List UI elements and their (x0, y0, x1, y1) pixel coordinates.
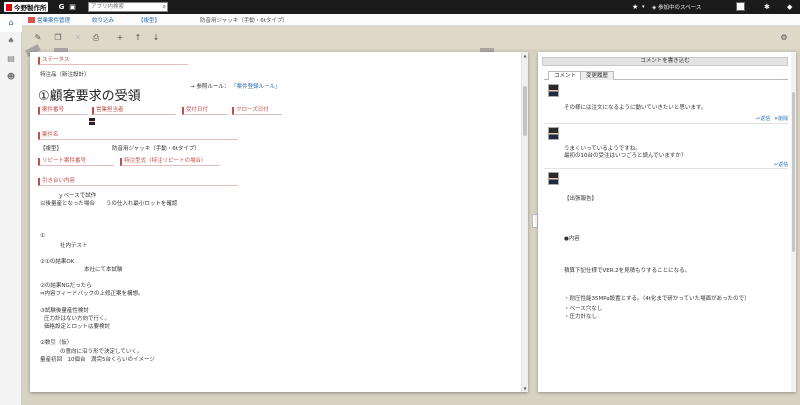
search-input[interactable] (89, 3, 159, 11)
space-link-label: 参加中のスペース (657, 5, 702, 11)
detail-scrollbar[interactable]: ▲ ▼ (521, 52, 528, 392)
scroll-up-icon[interactable]: ▲ (522, 53, 528, 58)
breadcrumb-filter[interactable]: 絞り込み (92, 16, 114, 24)
comment-text: 積算下記仕様でVER.2を見積もりすることになる。 (564, 268, 691, 274)
delete-comment-button[interactable]: ✕削除 (774, 115, 788, 122)
body-line: 価格設定とロットは要検討 (44, 324, 111, 330)
case-name-value: 防音用ジャッキ（手動・6tタイプ） (112, 146, 200, 152)
body-line: ③試験後量産性検討 (40, 308, 89, 314)
breadcrumb: 営業案件管理 絞り込み 【複型】 防音用ジャッキ（手動・6tタイプ） (22, 14, 800, 26)
write-comment-button[interactable]: コメントを書き込む (542, 57, 788, 66)
comment-text: ●内容 (564, 236, 580, 242)
case-no-label: 案件番号 (38, 107, 88, 115)
comment-text: ・圧力計なし (564, 314, 598, 320)
search-box: ⌕ (88, 2, 168, 12)
category-value: 特注品（新注設計） (40, 72, 90, 78)
repeat-no-label: リピート案件番号 (38, 158, 114, 166)
record-toolbar: ✎ ❐ ✕ ⎙ + ↑ ↓ ⚙ (22, 27, 800, 49)
tab-history[interactable]: 変更履歴 (580, 71, 615, 80)
breadcrumb-app-label: 営業案件管理 (37, 18, 71, 24)
chat-icon[interactable]: ▣ (67, 2, 78, 12)
body-line: ②の結果NGだったら (40, 283, 92, 289)
repeat-type-label: 特注型式（特注リピートの場合） (120, 158, 220, 166)
next-record-icon[interactable]: ↓ (150, 32, 162, 44)
reply-button[interactable]: ↩返信 (774, 161, 788, 168)
ref-rule: → 参照ルール： 「案件登録ルール」 (190, 82, 281, 90)
gear-icon[interactable]: ✱ (764, 2, 770, 12)
logo-text: 今野製作所 (14, 4, 47, 12)
comment-text: ・耐圧性能35MPa設置とする。（4t化まで研かっていた場面があったので） (564, 296, 750, 302)
ref-rule-link[interactable]: 「案件登録ルール」 (231, 84, 281, 90)
body-line: ②①の結果OK (40, 259, 75, 265)
ref-rule-label: 参照ルール： (196, 84, 230, 90)
copy-icon[interactable]: ❐ (52, 32, 64, 44)
body-line: の意向に沿う形で決定していく。 (60, 349, 143, 355)
comment-text: その様には注文になるように動いていきたいと思います。 (564, 105, 707, 111)
comment-scrollbar[interactable] (791, 52, 796, 392)
search-icon[interactable]: ⌕ (163, 3, 166, 11)
breadcrumb-app[interactable]: 営業案件管理 (28, 16, 70, 24)
print-icon[interactable]: ⎙ (90, 32, 102, 44)
notify-icon[interactable]: ◆ (787, 2, 792, 12)
scroll-thumb[interactable] (523, 86, 527, 136)
comment-panel: コメントを書き込む コメント 変更履歴 その様には注文になるように動いていきたい… (538, 52, 796, 392)
handover-label: 引き合い内容 (38, 178, 238, 186)
comment-divider (544, 123, 788, 124)
comment-text: 最初の10台の受注はいつごろと読んでいますか？ (564, 153, 687, 159)
top-bar: 今野製作所 G ▣ ⌕ ★ ▾ ◈ 参加中のスペース ✱ ◆ (0, 0, 800, 14)
body-line: 圧力計はない方向で行く。 (44, 316, 111, 322)
add-icon[interactable]: + (114, 32, 126, 44)
app-icon (28, 17, 35, 23)
body-line: ① (40, 233, 45, 239)
comment-text: 【出張報告】 (564, 196, 598, 202)
case-name-label: 案件名 (38, 132, 238, 140)
commenter-avatar[interactable] (548, 127, 559, 140)
prev-record-icon[interactable]: ↑ (132, 32, 144, 44)
scroll-down-icon[interactable]: ▼ (522, 386, 528, 391)
process-title: ①顧客要求の受領 (38, 89, 141, 104)
body-line: ⇒内容フィードバックの上修正案を構想。 (40, 291, 144, 297)
sales-owner-label: 営業担当者 (92, 107, 176, 115)
tab-comments[interactable]: コメント (548, 71, 583, 80)
record-detail-panel: ステータス 特注品（新注設計） ①顧客要求の受領 → 参照ルール： 「案件登録ル… (30, 52, 528, 392)
message-icon[interactable]: ▤ (0, 50, 22, 68)
comment-divider (544, 168, 788, 169)
logo-mark-icon (6, 3, 12, 11)
body-line: 以後量産となった場合 うの仕入れ最小ロットを確認 (40, 201, 178, 207)
star-icon[interactable]: ★ (632, 2, 638, 12)
people-icon[interactable]: ☻ (0, 68, 22, 86)
reply-label: 返信 (760, 116, 771, 122)
app-logo[interactable]: 今野製作所 (4, 2, 48, 12)
home-icon[interactable]: ⌂ (0, 14, 22, 32)
user-avatar[interactable] (736, 2, 745, 11)
edit-icon[interactable]: ✎ (32, 32, 44, 44)
commenter-avatar[interactable] (548, 84, 559, 97)
google-icon[interactable]: G (56, 2, 67, 12)
sales-owner-avatar[interactable] (89, 118, 95, 125)
close-date-label: クローズ日付 (232, 107, 282, 115)
dropdown-caret-icon[interactable]: ▾ (642, 2, 645, 12)
reply-button[interactable]: ↩返信 (756, 115, 770, 122)
body-line: ②数引（仮） (40, 340, 73, 346)
case-tag: 【複型】 (40, 146, 63, 152)
space-link[interactable]: ◈ 参加中のスペース (652, 3, 701, 11)
delete-icon[interactable]: ✕ (72, 32, 84, 44)
settings-gear-icon[interactable]: ⚙ (778, 32, 790, 44)
notification-bell-icon[interactable]: ♠ (0, 32, 22, 50)
body-line: 社内テスト (60, 243, 88, 249)
body-line: ｙベースで試作 (58, 193, 97, 199)
comment-scroll-thumb[interactable] (792, 92, 795, 252)
body-line: 量産初回 10個台 満完5台くらいのイメージ (40, 357, 155, 363)
left-rail: ⌂ ♠ ▤ ☻ (0, 14, 22, 405)
breadcrumb-category[interactable]: 【複型】 (138, 16, 160, 24)
comment-tabs: コメント 変更履歴 (544, 70, 788, 80)
received-date-label: 受付日付 (182, 107, 228, 115)
commenter-avatar[interactable] (548, 172, 559, 185)
delete-label: 削除 (778, 116, 789, 122)
body-line: 本社にて本試験 (84, 267, 123, 273)
breadcrumb-current: 防音用ジャッキ（手動・6tタイプ） (200, 18, 288, 24)
status-label: ステータス (38, 57, 188, 65)
comment-text: ・ベース穴なし (564, 306, 603, 312)
